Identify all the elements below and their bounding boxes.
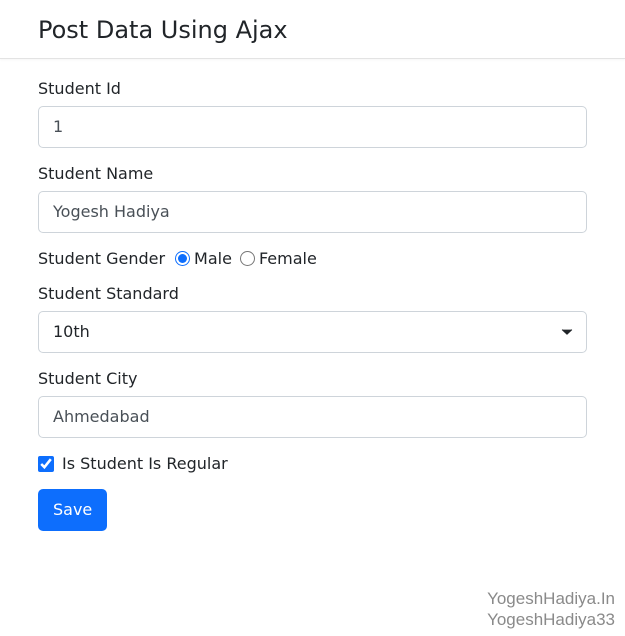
gender-female-radio[interactable] <box>240 251 255 266</box>
student-id-label: Student Id <box>38 79 587 98</box>
watermark: YogeshHadiya.In YogeshHadiya33 <box>487 588 615 631</box>
watermark-line1: YogeshHadiya.In <box>487 588 615 609</box>
student-standard-label: Student Standard <box>38 284 587 303</box>
gender-male-label[interactable]: Male <box>194 249 232 268</box>
student-name-input[interactable] <box>38 191 587 233</box>
student-gender-label: Student Gender <box>38 249 165 268</box>
is-regular-checkbox[interactable] <box>38 456 54 472</box>
student-city-label: Student City <box>38 369 587 388</box>
page-title: Post Data Using Ajax <box>38 16 587 44</box>
student-city-input[interactable] <box>38 396 587 438</box>
student-form: Student Id Student Name Student Gender M… <box>0 59 625 561</box>
watermark-line2: YogeshHadiya33 <box>487 609 615 630</box>
student-id-input[interactable] <box>38 106 587 148</box>
gender-male-radio[interactable] <box>175 251 190 266</box>
student-standard-select[interactable]: 10th <box>38 311 587 353</box>
is-regular-label[interactable]: Is Student Is Regular <box>62 454 228 473</box>
save-button[interactable]: Save <box>38 489 107 531</box>
student-name-label: Student Name <box>38 164 587 183</box>
gender-female-label[interactable]: Female <box>259 249 317 268</box>
page-header: Post Data Using Ajax <box>0 0 625 59</box>
